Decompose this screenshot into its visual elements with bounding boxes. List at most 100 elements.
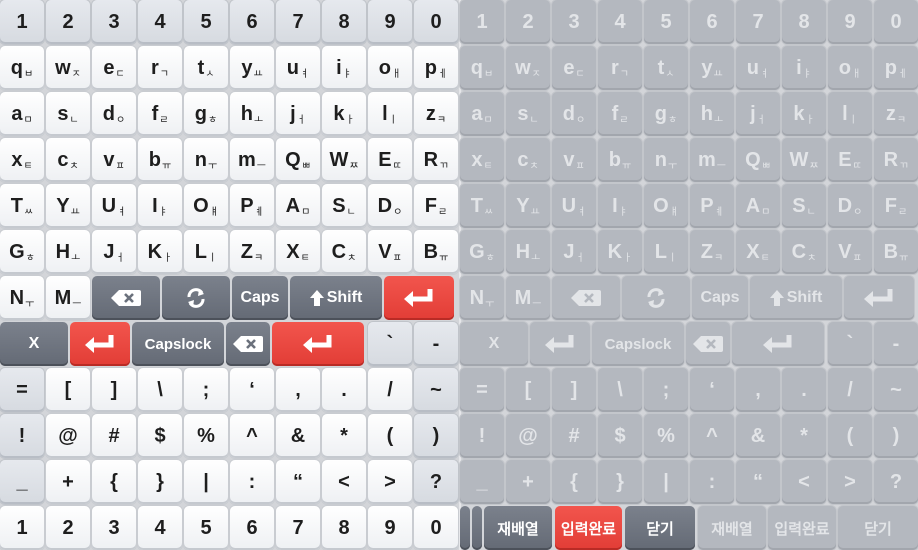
key-quote[interactable]: ‘: [230, 368, 274, 412]
key-t[interactable]: tㅅ: [184, 46, 228, 90]
key-1[interactable]: 1: [0, 506, 44, 550]
key-2[interactable]: 2: [46, 0, 90, 44]
key-colon[interactable]: :: [230, 460, 274, 504]
key-n[interactable]: nㅜ: [184, 138, 228, 182]
key-c[interactable]: cㅊ: [46, 138, 90, 182]
key-o[interactable]: oㅐ: [368, 46, 412, 90]
key-y[interactable]: yㅛ: [230, 46, 274, 90]
key-percent[interactable]: %: [184, 414, 228, 458]
key-t[interactable]: Tㅆ: [0, 184, 44, 228]
key-semicolon[interactable]: ;: [184, 368, 228, 412]
key-u[interactable]: uㅕ: [276, 46, 320, 90]
key-g[interactable]: gㅎ: [184, 92, 228, 136]
close-x-key[interactable]: X: [0, 322, 68, 366]
key-underscore[interactable]: _: [0, 460, 44, 504]
key-backtick[interactable]: `: [368, 322, 412, 366]
key-q[interactable]: Qㅃ: [276, 138, 320, 182]
key-question[interactable]: ?: [414, 460, 458, 504]
key-z[interactable]: zㅋ: [414, 92, 458, 136]
key-s[interactable]: sㄴ: [46, 92, 90, 136]
key-minus[interactable]: -: [414, 322, 458, 366]
key-9[interactable]: 9: [368, 0, 412, 44]
key-lbrace[interactable]: {: [92, 460, 136, 504]
key-a[interactable]: aㅁ: [0, 92, 44, 136]
key-5[interactable]: 5: [184, 0, 228, 44]
key-e[interactable]: eㄷ: [92, 46, 136, 90]
key-d[interactable]: dㅇ: [92, 92, 136, 136]
key-g[interactable]: Gㅎ: [0, 230, 44, 274]
key-i[interactable]: iㅑ: [322, 46, 366, 90]
key-m[interactable]: Mㅡ: [46, 276, 90, 320]
key-n[interactable]: Nㅜ: [0, 276, 44, 320]
key-gt[interactable]: >: [368, 460, 412, 504]
key-u[interactable]: Uㅕ: [92, 184, 136, 228]
key-9[interactable]: 9: [368, 506, 412, 550]
key-4[interactable]: 4: [138, 506, 182, 550]
key-q[interactable]: qㅂ: [0, 46, 44, 90]
enter-key[interactable]: [384, 276, 454, 320]
key-b[interactable]: Bㅠ: [414, 230, 458, 274]
key-4[interactable]: 4: [138, 0, 182, 44]
key-dollar[interactable]: $: [138, 414, 182, 458]
key-tilde[interactable]: ~: [414, 368, 458, 412]
key-j[interactable]: jㅓ: [276, 92, 320, 136]
key-lparen[interactable]: (: [368, 414, 412, 458]
key-d[interactable]: Dㅇ: [368, 184, 412, 228]
key-r[interactable]: Rㄲ: [414, 138, 458, 182]
key-l[interactable]: Lㅣ: [184, 230, 228, 274]
key-f[interactable]: fㄹ: [138, 92, 182, 136]
key-slash[interactable]: /: [368, 368, 412, 412]
key-pipe[interactable]: |: [184, 460, 228, 504]
key-at[interactable]: @: [46, 414, 90, 458]
key-8[interactable]: 8: [322, 506, 366, 550]
key-asterisk[interactable]: *: [322, 414, 366, 458]
input-complete-button[interactable]: 입력완료: [555, 506, 622, 550]
key-h[interactable]: Hㅗ: [46, 230, 90, 274]
key-dquote[interactable]: “: [276, 460, 320, 504]
key-rparen[interactable]: ): [414, 414, 458, 458]
key-y[interactable]: Yㅛ: [46, 184, 90, 228]
key-m[interactable]: mㅡ: [230, 138, 274, 182]
rearrange-button[interactable]: 재배열: [484, 506, 552, 550]
key-o[interactable]: Oㅒ: [184, 184, 228, 228]
key-hash[interactable]: #: [92, 414, 136, 458]
key-caret[interactable]: ^: [230, 414, 274, 458]
key-5[interactable]: 5: [184, 506, 228, 550]
key-i[interactable]: Iㅑ: [138, 184, 182, 228]
key-l[interactable]: lㅣ: [368, 92, 412, 136]
key-3[interactable]: 3: [92, 506, 136, 550]
key-amp[interactable]: &: [276, 414, 320, 458]
key-k[interactable]: Kㅏ: [138, 230, 182, 274]
key-rbrace[interactable]: }: [138, 460, 182, 504]
key-w[interactable]: Wㅉ: [322, 138, 366, 182]
key-0[interactable]: 0: [414, 506, 458, 550]
key-k[interactable]: kㅏ: [322, 92, 366, 136]
capslock-key[interactable]: Capslock: [132, 322, 224, 366]
key-lbracket[interactable]: [: [46, 368, 90, 412]
key-c[interactable]: Cㅊ: [322, 230, 366, 274]
key-1[interactable]: 1: [0, 0, 44, 44]
key-j[interactable]: Jㅓ: [92, 230, 136, 274]
key-0[interactable]: 0: [414, 0, 458, 44]
key-6[interactable]: 6: [230, 0, 274, 44]
key-exclaim[interactable]: !: [0, 414, 44, 458]
key-h[interactable]: hㅗ: [230, 92, 274, 136]
key-backslash[interactable]: \: [138, 368, 182, 412]
caps-key[interactable]: Caps: [232, 276, 288, 320]
key-b[interactable]: bㅠ: [138, 138, 182, 182]
key-x[interactable]: xㅌ: [0, 138, 44, 182]
key-7[interactable]: 7: [276, 506, 320, 550]
shift-key[interactable]: Shift: [290, 276, 382, 320]
key-e[interactable]: Eㄸ: [368, 138, 412, 182]
key-a[interactable]: Aㅁ: [276, 184, 320, 228]
refresh-key[interactable]: [162, 276, 230, 320]
panel-toggle-handle-left[interactable]: [460, 506, 470, 550]
key-comma[interactable]: ,: [276, 368, 320, 412]
key-s[interactable]: Sㄴ: [322, 184, 366, 228]
backspace-key[interactable]: [226, 322, 270, 366]
key-equals[interactable]: =: [0, 368, 44, 412]
key-7[interactable]: 7: [276, 0, 320, 44]
key-2[interactable]: 2: [46, 506, 90, 550]
key-3[interactable]: 3: [92, 0, 136, 44]
key-8[interactable]: 8: [322, 0, 366, 44]
